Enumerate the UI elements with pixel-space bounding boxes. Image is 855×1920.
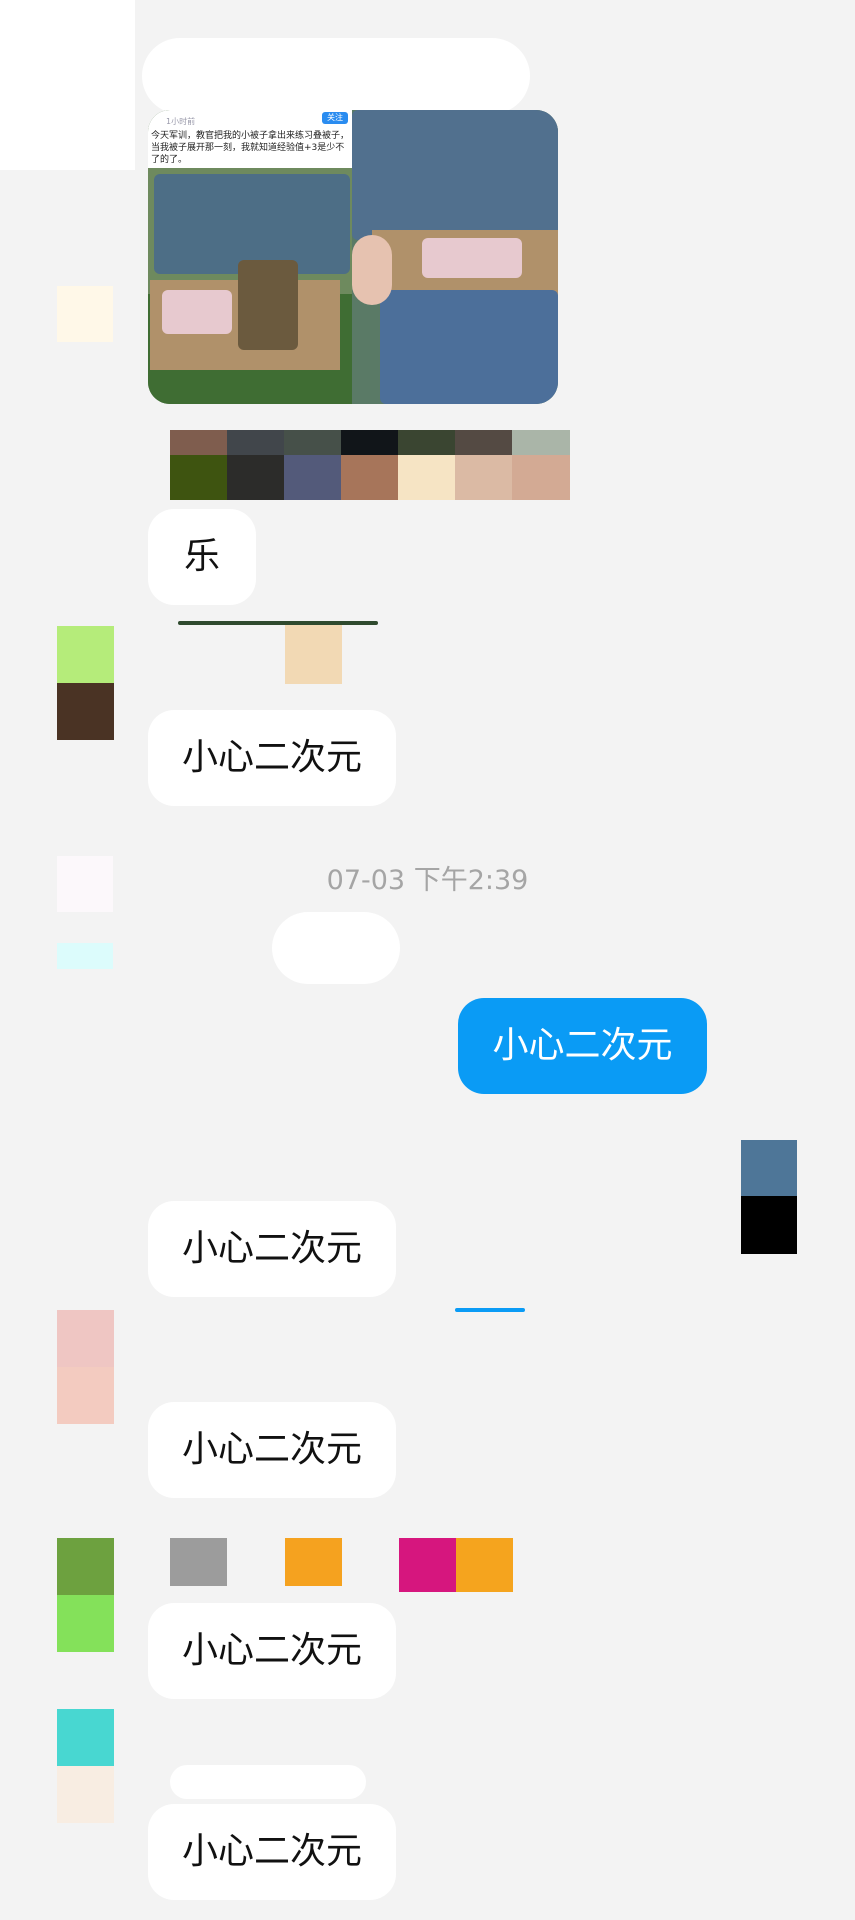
post-header: 1小时前 关注 今天军训，教官把我的小被子拿出来练习叠被子，当我被子展开那一刻，… (148, 110, 352, 168)
post-username: 1小时前 (166, 117, 196, 126)
message-bubble-right[interactable]: 小心二次元 (458, 998, 707, 1094)
avatar (57, 1310, 114, 1367)
avatar (57, 286, 113, 342)
photo-left: 1小时前 关注 今天军训，教官把我的小被子拿出来练习叠被子，当我被子展开那一刻，… (148, 110, 352, 404)
redacted-name (170, 1765, 366, 1799)
avatar (57, 1709, 114, 1766)
message-bubble-left[interactable]: 小心二次元 (148, 1402, 396, 1498)
message-bubble-left[interactable]: 乐 (148, 509, 256, 605)
message-bubble-left[interactable]: 小心二次元 (148, 710, 396, 806)
message-bubble-left[interactable]: 小心二次元 (148, 1603, 396, 1699)
follow-button[interactable]: 关注 (322, 112, 348, 124)
timestamp: 07-03 下午2:39 (326, 865, 529, 896)
photo-right (352, 110, 558, 404)
post-text: 今天军训，教官把我的小被子拿出来练习叠被子，当我被子展开那一刻，我就知道经验值+… (151, 131, 350, 165)
redacted-name (272, 912, 400, 984)
sticker-mosaic (170, 430, 570, 500)
avatar (57, 626, 114, 683)
redacted-name (285, 622, 342, 684)
redacted-name (170, 1538, 227, 1586)
redacted-name (142, 38, 530, 114)
redacted-block (0, 0, 135, 170)
message-bubble-left[interactable]: 小心二次元 (148, 1201, 396, 1297)
avatar (741, 1140, 797, 1196)
message-bubble-left[interactable]: 小心二次元 (148, 1804, 396, 1900)
image-message[interactable]: 1小时前 关注 今天军训，教官把我的小被子拿出来练习叠被子，当我被子展开那一刻，… (148, 110, 558, 404)
avatar (57, 1538, 114, 1595)
